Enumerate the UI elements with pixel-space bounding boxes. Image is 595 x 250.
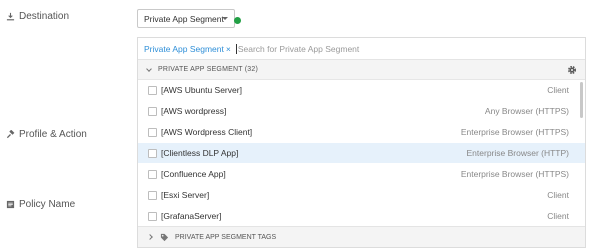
item-name: [Esxi Server]	[161, 190, 210, 200]
destination-select[interactable]: Private App Segment	[137, 9, 235, 28]
list-item[interactable]: [Confluence App] Enterprise Browser (HTT…	[138, 164, 585, 184]
chevron-down-icon[interactable]	[146, 65, 152, 72]
policy-name-label-text: Policy Name	[19, 199, 76, 210]
list-item[interactable]: [AWS Ubuntu Server] Client	[138, 80, 585, 100]
scrollbar[interactable]	[580, 82, 583, 118]
tag-icon	[160, 233, 169, 241]
item-type: Enterprise Browser (HTTPS)	[460, 169, 569, 179]
item-type: Enterprise Browser (HTTPS)	[460, 127, 569, 137]
gear-icon[interactable]	[567, 65, 577, 75]
item-type: Enterprise Browser (HTTP)	[466, 148, 570, 158]
list-item[interactable]: [AWS Wordpress Client] Enterprise Browse…	[138, 122, 585, 142]
selected-filter-chip[interactable]: Private App Segment ×	[144, 44, 231, 54]
destination-label: Destination	[6, 11, 69, 22]
filter-chip-label: Private App Segment	[144, 43, 224, 54]
list-item[interactable]: [GrafanaServer] Client	[138, 206, 585, 226]
download-icon	[6, 12, 15, 21]
destination-select-value: Private App Segment	[144, 13, 224, 24]
item-name: [Clientless DLP App]	[161, 148, 239, 158]
chevron-right-icon[interactable]	[147, 234, 153, 240]
checkbox[interactable]	[148, 106, 157, 116]
item-type: Any Browser (HTTPS)	[484, 106, 569, 116]
group-header-private-app-segment[interactable]: PRIVATE APP SEGMENT (32)	[138, 60, 585, 80]
tags-group-title: PRIVATE APP SEGMENT TAGS	[175, 233, 277, 241]
list-item[interactable]: [Esxi Server] Client	[138, 185, 585, 205]
checkbox[interactable]	[148, 190, 157, 200]
gavel-icon	[6, 130, 15, 139]
search-input[interactable]	[237, 43, 488, 54]
document-icon	[6, 200, 15, 209]
chevron-down-icon	[222, 17, 228, 20]
item-name: [AWS Wordpress Client]	[161, 127, 253, 137]
search-bar: Private App Segment ×	[138, 38, 585, 60]
policy-name-label: Policy Name	[6, 199, 75, 210]
item-name: [AWS wordpress]	[161, 106, 227, 116]
checkbox[interactable]	[148, 85, 157, 95]
item-name: [GrafanaServer]	[161, 211, 222, 221]
list-item[interactable]: [AWS wordpress] Any Browser (HTTPS)	[138, 101, 585, 121]
destination-label-text: Destination	[19, 11, 70, 22]
group-title: PRIVATE APP SEGMENT (32)	[158, 66, 258, 73]
profile-action-label-text: Profile & Action	[19, 129, 87, 140]
private-app-segment-dropdown: Private App Segment× PRIVATE APP SEGMENT…	[137, 37, 586, 248]
item-name: [Confluence App]	[161, 169, 226, 179]
item-type: Client	[547, 190, 569, 200]
checkbox[interactable]	[148, 127, 157, 137]
profile-action-label: Profile & Action	[6, 129, 87, 140]
list-item-selected[interactable]: [Clientless DLP App] Enterprise Browser …	[138, 143, 585, 163]
checkbox[interactable]	[148, 169, 157, 179]
checkbox[interactable]	[148, 148, 157, 158]
status-indicator	[234, 17, 241, 24]
group-header-tags[interactable]: PRIVATE APP SEGMENT TAGS	[138, 226, 585, 247]
item-name: [AWS Ubuntu Server]	[161, 85, 242, 95]
text-cursor	[235, 43, 237, 54]
item-type: Client	[547, 211, 569, 221]
remove-chip-icon[interactable]: ×	[226, 44, 231, 54]
segment-list[interactable]: [AWS Ubuntu Server] Client [AWS wordpres…	[138, 80, 585, 227]
checkbox[interactable]	[148, 211, 157, 221]
